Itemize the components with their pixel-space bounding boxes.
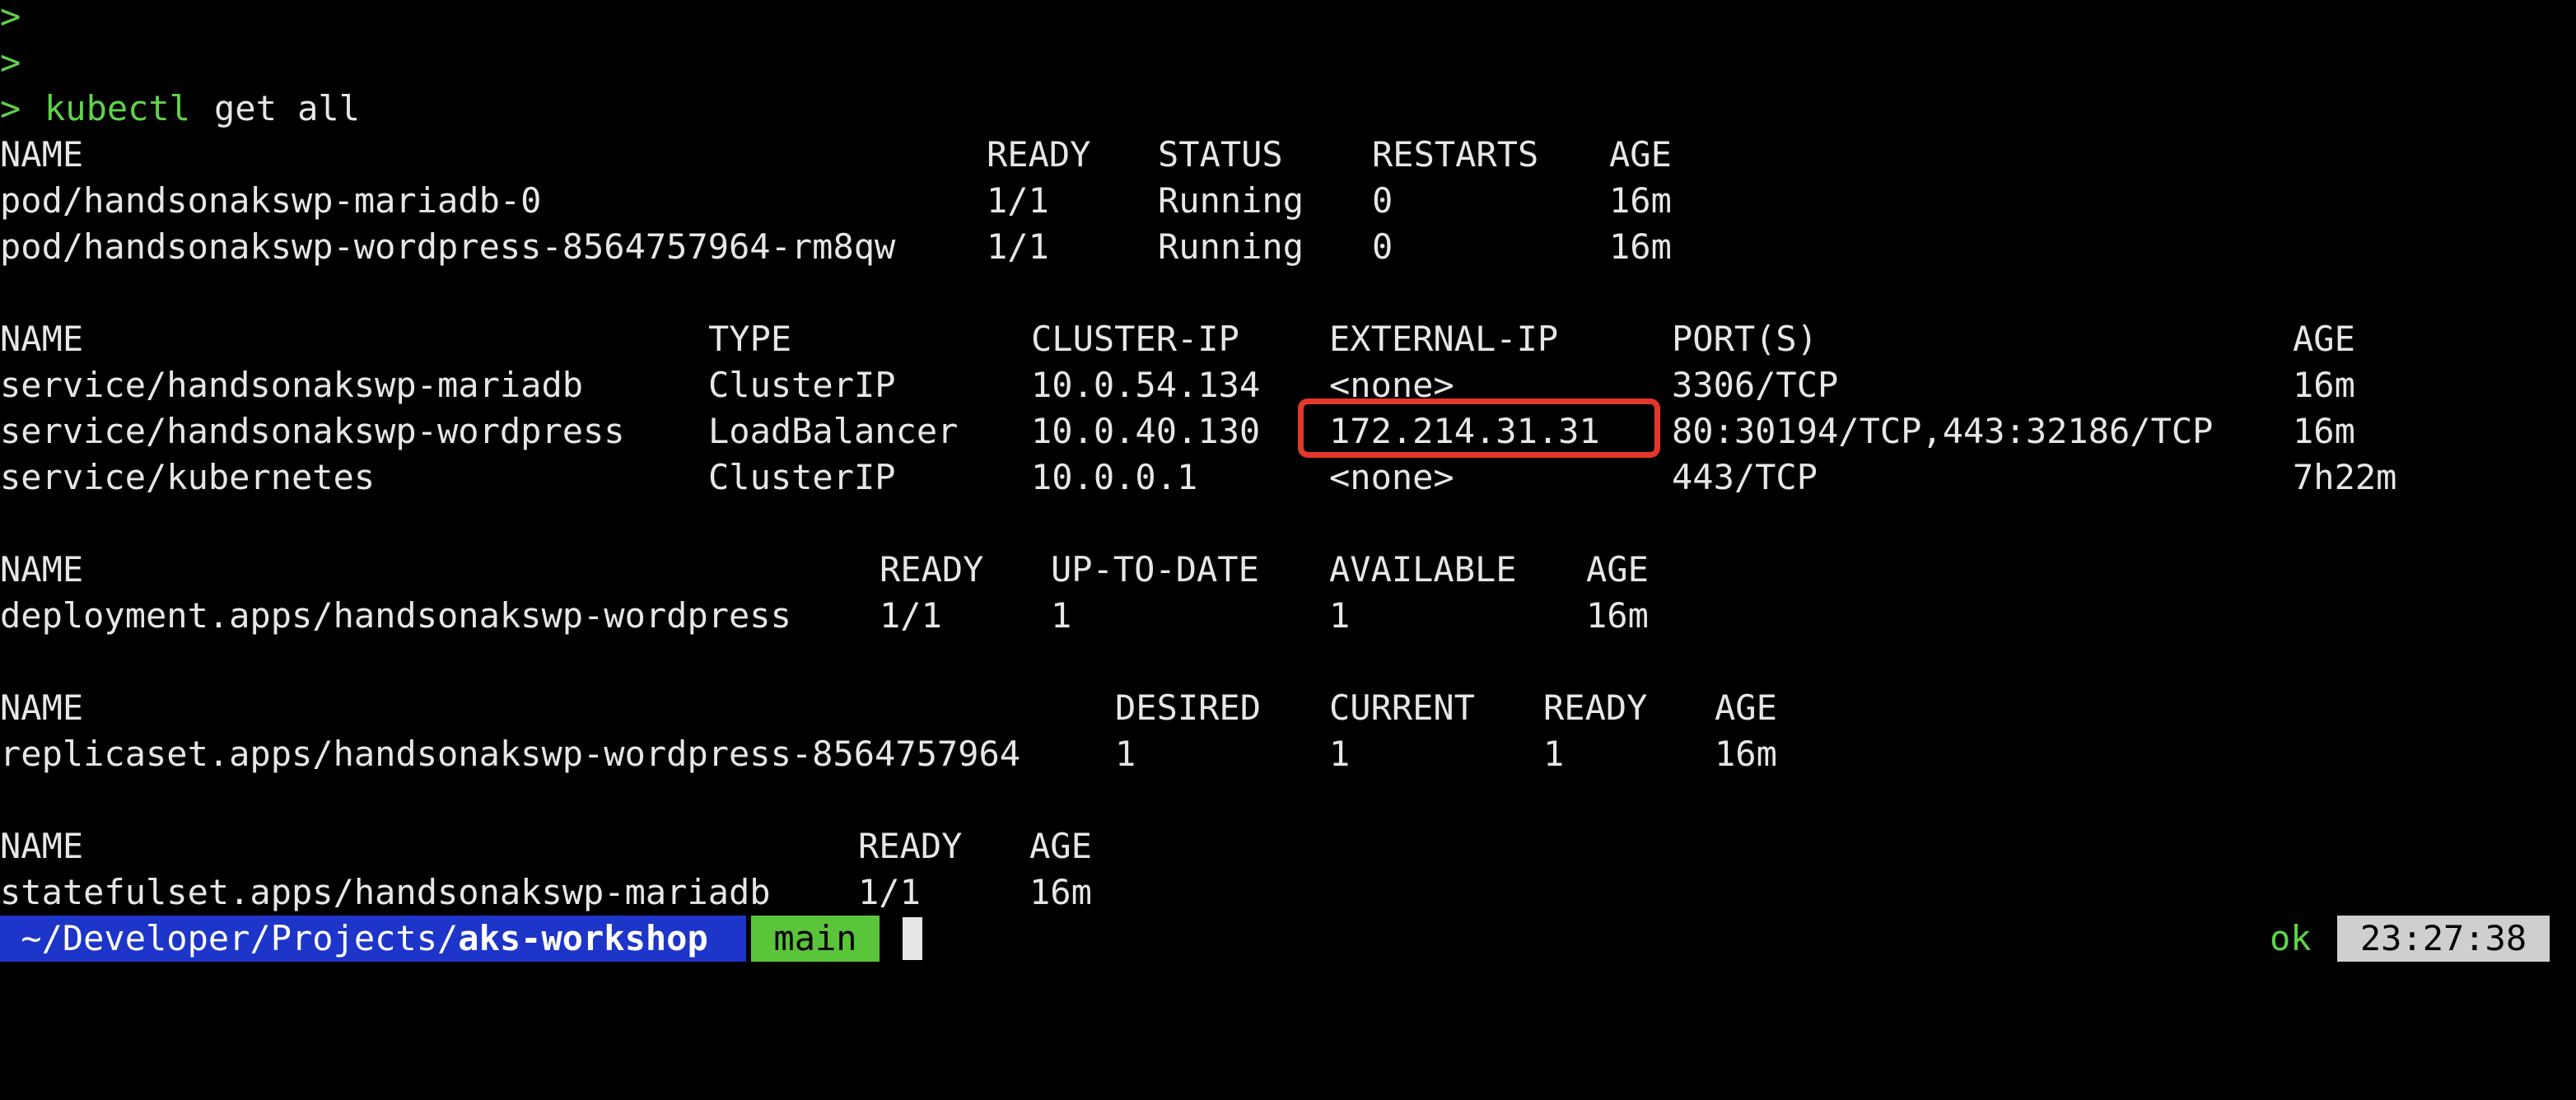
service-age: 16m xyxy=(2293,411,2355,451)
statefulset-age: 16m xyxy=(1029,872,1092,912)
col-header-current: CURRENT xyxy=(1329,688,1476,728)
service-cluster-ip: 10.0.0.1 xyxy=(1031,457,1198,497)
col-header-name: NAME xyxy=(0,134,84,175)
pod-name: pod/handsonakswp-wordpress-8564757964-rm… xyxy=(0,226,896,267)
deployment-up-to-date: 1 xyxy=(1051,595,1072,636)
col-header-desired: DESIRED xyxy=(1115,688,1262,728)
prompt-path-segment: ~/Developer/Projects/aks-workshop xyxy=(0,916,746,962)
pod-status: Running xyxy=(1158,180,1304,221)
table-row: statefulset.apps/handsonakswp-mariadb 1/… xyxy=(0,869,1092,916)
replicasets-header-row: NAME DESIRED CURRENT READY AGE xyxy=(0,685,1777,731)
service-name: service/handsonakswp-wordpress xyxy=(0,411,625,451)
service-ports: 80:30194/TCP,443:32186/TCP xyxy=(1672,411,2214,451)
col-header-ports: PORT(S) xyxy=(1672,319,1818,359)
replicaset-current: 1 xyxy=(1329,734,1351,774)
table-row: service/handsonakswp-wordpress LoadBalan… xyxy=(0,408,2355,454)
col-header-ready: READY xyxy=(858,826,963,866)
deployment-name: deployment.apps/handsonakswp-wordpress xyxy=(0,595,791,636)
col-header-cluster-ip: CLUSTER-IP xyxy=(1031,319,1239,359)
service-ports: 3306/TCP xyxy=(1672,365,1839,405)
deployment-ready: 1/1 xyxy=(880,595,942,636)
pod-age: 16m xyxy=(1609,180,1672,221)
table-row: service/kubernetes ClusterIP 10.0.0.1 <n… xyxy=(0,454,2396,501)
pod-age: 16m xyxy=(1609,226,1672,267)
replicaset-name: replicaset.apps/handsonakswp-wordpress-8… xyxy=(0,734,1021,774)
pod-status: Running xyxy=(1158,226,1304,267)
text-cursor[interactable] xyxy=(903,917,922,960)
statefulset-ready: 1/1 xyxy=(858,872,921,912)
col-header-available: AVAILABLE xyxy=(1329,549,1517,590)
col-header-ready: READY xyxy=(880,549,984,590)
col-header-name: NAME xyxy=(0,549,84,590)
command-line: > kubectl get all xyxy=(0,86,360,132)
prompt-symbol: > xyxy=(0,88,21,128)
pod-ready: 1/1 xyxy=(987,226,1049,267)
exit-status: ok xyxy=(2270,918,2312,958)
col-header-status: STATUS xyxy=(1158,134,1283,175)
service-cluster-ip: 10.0.54.134 xyxy=(1031,365,1261,405)
service-type: LoadBalancer xyxy=(708,411,959,451)
deployment-age: 16m xyxy=(1586,595,1649,636)
pod-restarts: 0 xyxy=(1372,226,1393,267)
col-header-type: TYPE xyxy=(708,319,792,359)
pods-header-row: NAME READY STATUS RESTARTS AGE xyxy=(0,132,1672,178)
deployments-header-row: NAME READY UP-TO-DATE AVAILABLE AGE xyxy=(0,547,1649,593)
col-header-up-to-date: UP-TO-DATE xyxy=(1051,549,1259,590)
pod-ready: 1/1 xyxy=(987,180,1049,221)
col-header-age: AGE xyxy=(1029,826,1092,866)
col-header-restarts: RESTARTS xyxy=(1372,134,1539,175)
service-type: ClusterIP xyxy=(708,365,896,405)
command-args: get all xyxy=(214,88,361,128)
table-row: service/handsonakswp-mariadb ClusterIP 1… xyxy=(0,362,2355,408)
table-row: pod/handsonakswp-wordpress-8564757964-rm… xyxy=(0,224,1672,270)
service-ports: 443/TCP xyxy=(1672,457,1818,497)
col-header-name: NAME xyxy=(0,826,84,866)
replicaset-ready: 1 xyxy=(1543,734,1565,774)
path-current-dir: aks-workshop xyxy=(458,918,708,958)
pod-name: pod/handsonakswp-mariadb-0 xyxy=(0,180,542,221)
history-prompt: > xyxy=(0,0,21,36)
replicaset-age: 16m xyxy=(1715,734,1777,774)
replicaset-desired: 1 xyxy=(1115,734,1136,774)
table-row: replicaset.apps/handsonakswp-wordpress-8… xyxy=(0,731,1777,777)
pod-restarts: 0 xyxy=(1372,180,1393,221)
services-header-row: NAME TYPE CLUSTER-IP EXTERNAL-IP PORT(S)… xyxy=(0,316,2355,362)
clock: 23:27:38 xyxy=(2337,916,2550,962)
col-header-age: AGE xyxy=(1586,549,1649,590)
col-header-ready: READY xyxy=(987,134,1091,175)
col-header-age: AGE xyxy=(1609,134,1672,175)
statefulsets-header-row: NAME READY AGE xyxy=(0,823,1092,869)
deployment-available: 1 xyxy=(1329,595,1351,636)
col-header-ready: READY xyxy=(1543,688,1648,728)
table-row: deployment.apps/handsonakswp-wordpress 1… xyxy=(0,593,1649,639)
service-name: service/handsonakswp-mariadb xyxy=(0,365,584,405)
service-cluster-ip: 10.0.40.130 xyxy=(1031,411,1261,451)
service-name: service/kubernetes xyxy=(0,457,376,497)
service-age: 16m xyxy=(2293,365,2355,405)
service-external-ip: <none> xyxy=(1329,457,1454,497)
service-type: ClusterIP xyxy=(708,457,896,497)
history-prompt: > xyxy=(0,42,21,82)
external-ip-highlight-box xyxy=(1298,399,1660,458)
table-row: pod/handsonakswp-mariadb-0 1/1 Running 0… xyxy=(0,178,1672,224)
col-header-age: AGE xyxy=(2293,319,2355,359)
git-branch-segment: main xyxy=(751,916,880,962)
terminal-window[interactable]: > > > kubectl get all NAME READY STATUS … xyxy=(0,0,2576,1051)
path-prefix: ~/Developer/Projects/ xyxy=(0,918,459,958)
service-age: 7h22m xyxy=(2293,457,2397,497)
statefulset-name: statefulset.apps/handsonakswp-mariadb xyxy=(0,872,771,912)
col-header-name: NAME xyxy=(0,319,84,359)
col-header-age: AGE xyxy=(1715,688,1777,728)
col-header-name: NAME xyxy=(0,688,84,728)
command-program: kubectl xyxy=(44,88,191,128)
col-header-external-ip: EXTERNAL-IP xyxy=(1329,319,1559,359)
